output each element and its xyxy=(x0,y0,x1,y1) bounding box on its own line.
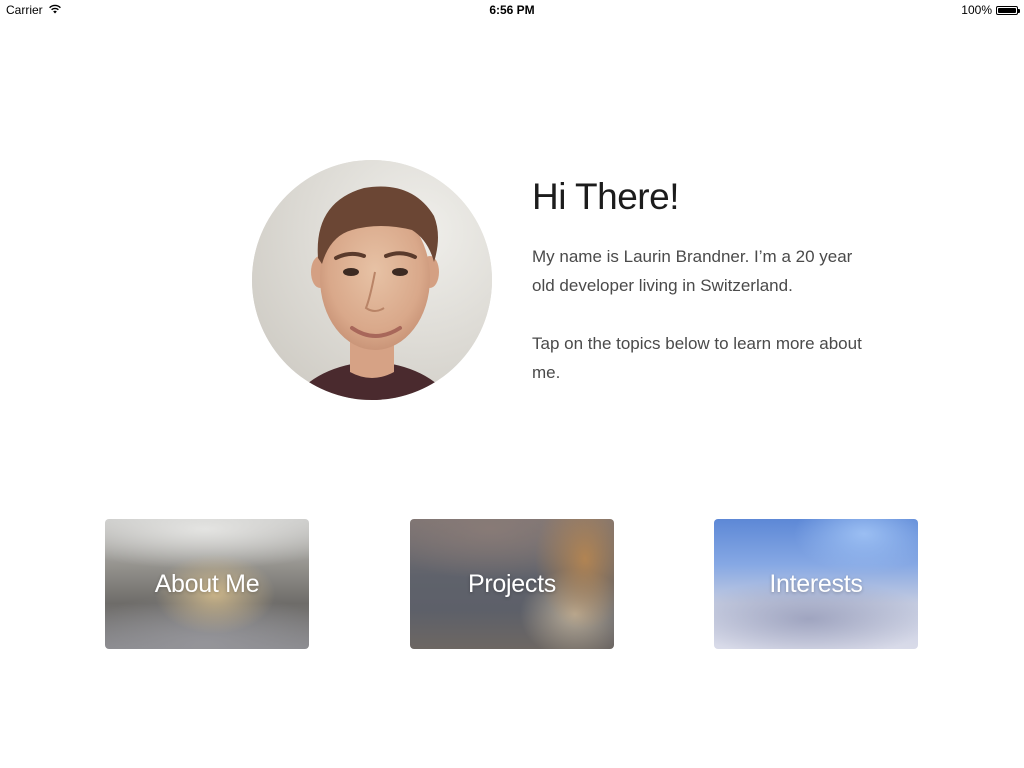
status-time: 6:56 PM xyxy=(489,3,535,17)
projects-card[interactable]: Projects xyxy=(410,519,614,649)
status-bar: Carrier 6:56 PM 100% xyxy=(0,0,1024,20)
battery-cap xyxy=(1018,8,1020,13)
battery-icon xyxy=(996,5,1020,15)
battery-percent: 100% xyxy=(961,3,992,17)
profile-photo-drawing xyxy=(252,160,492,400)
profile-photo xyxy=(252,160,492,400)
projects-label: Projects xyxy=(468,569,556,598)
app-screen: Carrier 6:56 PM 100% Hi There! My name i… xyxy=(0,0,1024,768)
greeting-heading: Hi There! xyxy=(532,176,680,217)
interests-card[interactable]: Interests xyxy=(714,519,918,649)
status-right: 100% xyxy=(961,3,1020,17)
bio-text: My name is Laurin Brandner. I’m a 20 yea… xyxy=(532,247,853,295)
battery-fill xyxy=(998,7,1016,13)
hint-text: Tap on the topics below to learn more ab… xyxy=(532,334,862,382)
about-me-card[interactable]: About Me xyxy=(105,519,309,649)
interests-label: Interests xyxy=(769,569,863,598)
intro-section: Hi There! My name is Laurin Brandner. I’… xyxy=(532,172,862,387)
about-me-label: About Me xyxy=(154,569,260,598)
